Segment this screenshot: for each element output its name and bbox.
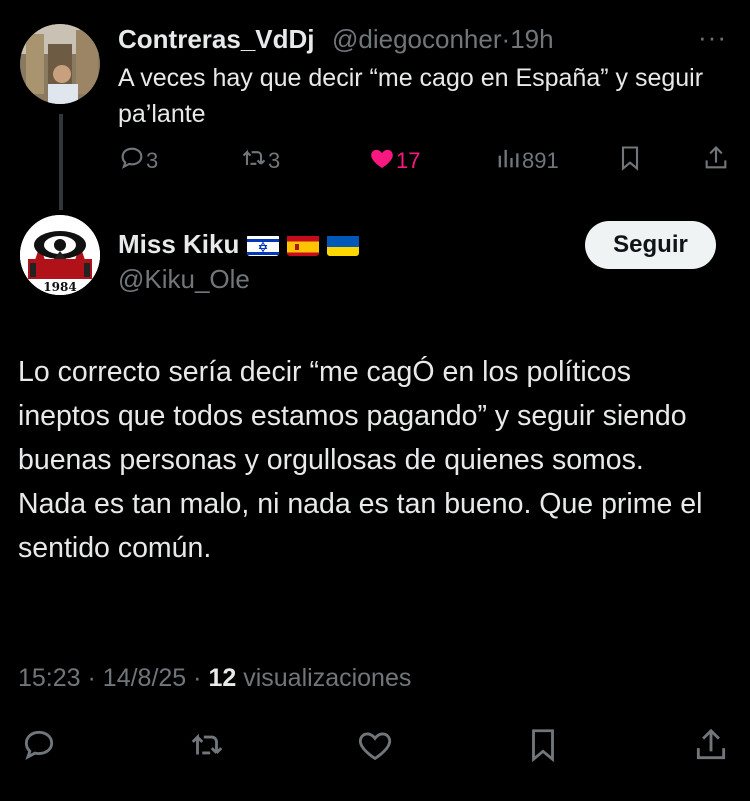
israel-flag-icon xyxy=(247,234,280,256)
parent-separator: · xyxy=(501,24,511,54)
like-button[interactable]: 17 xyxy=(368,146,420,176)
tweet-metadata: 15:23 · 14/8/25 · 12 visualizaciones xyxy=(18,664,412,692)
tweet-date[interactable]: 14/8/25 xyxy=(103,664,186,692)
spain-flag-icon xyxy=(287,234,320,256)
retweet-icon-large[interactable] xyxy=(188,726,226,764)
ukraine-flag-icon xyxy=(327,234,360,256)
bookmark-icon-large[interactable] xyxy=(524,726,562,764)
heart-icon-large[interactable] xyxy=(356,726,394,764)
bar-chart-icon xyxy=(494,144,522,178)
main-display-name-row[interactable]: Miss Kiku xyxy=(118,229,360,260)
avatar-logo-text: 1984 xyxy=(43,280,76,294)
reply-icon-large[interactable] xyxy=(20,726,58,764)
retweet-icon xyxy=(240,144,268,178)
retweet-button[interactable]: 3 xyxy=(240,146,280,176)
parent-handle[interactable]: @diegoconher xyxy=(332,24,502,54)
main-display-name[interactable]: Miss Kiku xyxy=(118,229,239,260)
more-options-icon[interactable]: ··· xyxy=(698,22,727,53)
parent-tweet-text: A veces hay que decir “me cago en España… xyxy=(118,64,704,128)
share-icon-large[interactable] xyxy=(692,726,730,764)
tweet-time[interactable]: 15:23 xyxy=(18,664,81,692)
thread-line xyxy=(59,114,63,210)
parent-handle-time[interactable]: @diegoconher·19h xyxy=(332,24,554,55)
parent-display-name[interactable]: Contreras_VdDj xyxy=(118,24,315,55)
heart-filled-icon xyxy=(368,144,396,178)
main-tweet-text: Lo correcto sería decir “me cagÓ en los … xyxy=(18,356,703,564)
main-handle[interactable]: @Kiku_Ole xyxy=(118,264,250,295)
parent-avatar[interactable] xyxy=(20,24,100,104)
bookmark-icon xyxy=(616,144,644,178)
reply-icon xyxy=(118,144,146,178)
follow-button[interactable]: Seguir xyxy=(585,221,716,269)
retweet-count: 3 xyxy=(268,148,281,173)
like-count: 17 xyxy=(396,148,421,173)
views-label: visualizaciones xyxy=(243,664,412,692)
reply-count: 3 xyxy=(146,148,159,173)
share-button[interactable] xyxy=(702,146,730,176)
views-button[interactable]: 891 xyxy=(494,146,559,176)
parent-time[interactable]: 19h xyxy=(510,24,553,54)
share-icon xyxy=(702,144,730,178)
views-number: 12 xyxy=(208,664,237,692)
bookmark-button[interactable] xyxy=(616,146,644,176)
views-count: 891 xyxy=(522,148,559,173)
reply-button[interactable]: 3 xyxy=(118,146,158,176)
main-avatar[interactable]: 1984 xyxy=(20,215,100,295)
